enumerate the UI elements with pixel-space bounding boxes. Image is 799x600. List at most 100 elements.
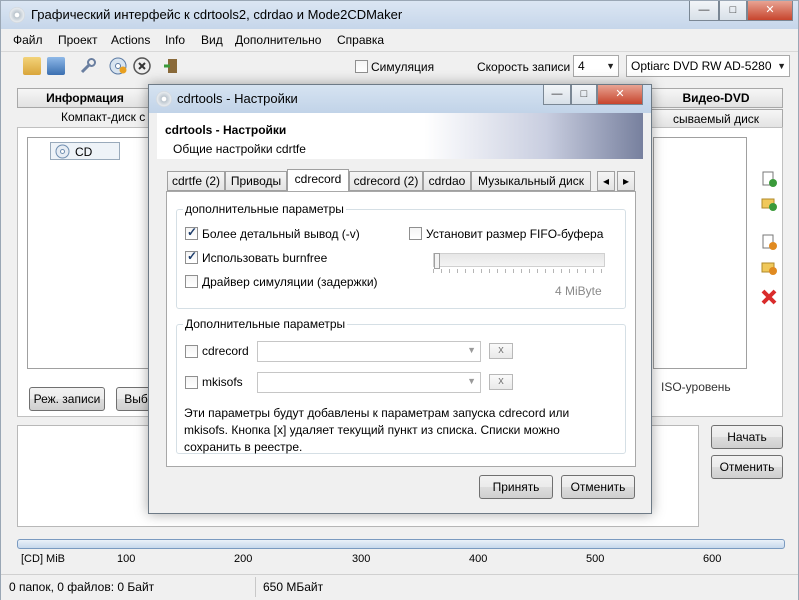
folder-properties-icon[interactable] [761, 259, 779, 277]
group-title: дополнительные параметры [183, 202, 346, 216]
file-properties-icon[interactable] [761, 234, 779, 252]
mkisofs-remove-button[interactable]: x [489, 374, 513, 390]
menu-actions[interactable]: Actions [111, 33, 150, 47]
dialog-header: cdrtools - Настройки Общие настройки cdr… [157, 113, 643, 159]
scale-tick: 300 [352, 553, 371, 565]
menu-view[interactable]: Вид [201, 33, 223, 47]
tree-root-item[interactable]: CD [50, 142, 120, 160]
tab-compact-disc[interactable]: Компакт-диск с [61, 110, 145, 124]
add-file-icon[interactable] [761, 171, 779, 189]
simulation-checkbox[interactable] [355, 60, 368, 73]
menu-file[interactable]: Файл [13, 33, 43, 47]
cd-app-icon [9, 7, 25, 23]
cdrecord-params-select[interactable]: ▼ [257, 341, 481, 362]
scale-tick: 100 [117, 553, 136, 565]
dialog-heading: cdrtools - Настройки [165, 123, 287, 137]
tab-page: дополнительные параметры Более детальный… [166, 191, 636, 467]
cancel-button[interactable]: Отменить [711, 455, 783, 479]
exit-icon[interactable] [163, 57, 181, 75]
menu-extra[interactable]: Дополнительно [235, 33, 321, 47]
chevron-down-icon: ▼ [606, 61, 615, 71]
cdrecord-params-checkbox[interactable] [185, 345, 198, 358]
drive-value: Optiarc DVD RW AD-5280 [631, 59, 772, 73]
drive-select[interactable]: Optiarc DVD RW AD-5280 ▼ [626, 55, 790, 77]
settings-dialog: cdrtools - Настройки — □ ✕ cdrtools - На… [148, 84, 652, 514]
chevron-down-icon: ▼ [467, 345, 476, 355]
tree-root-label: CD [75, 145, 93, 159]
verbose-checkbox[interactable] [185, 225, 198, 240]
cd-icon [55, 144, 70, 159]
slider-handle[interactable] [434, 253, 440, 269]
speed-value: 4 [578, 59, 585, 73]
sim-driver-label: Драйвер симуляции (задержки) [202, 275, 378, 289]
advanced-options-group: дополнительные параметры Более детальный… [176, 202, 626, 309]
fifo-slider[interactable] [433, 253, 605, 269]
status-bar: 0 папок, 0 файлов: 0 Байт 650 МБайт [1, 574, 798, 600]
menu-project[interactable]: Проект [58, 33, 98, 47]
dialog-cancel-button[interactable]: Отменить [561, 475, 635, 499]
chevron-down-icon: ▼ [467, 376, 476, 386]
verbose-label: Более детальный вывод (-v) [202, 227, 360, 241]
mkisofs-params-label: mkisofs [202, 375, 243, 389]
toolbar: Симуляция Скорость записи 4 ▼ Optiarc DVD… [1, 51, 798, 81]
burn-disc-icon[interactable] [109, 57, 127, 75]
tab-audio-disc[interactable]: Музыкальный диск [471, 171, 591, 191]
title-bar: Графический интерфейс к cdrtools2, cdrda… [1, 1, 798, 29]
speed-select[interactable]: 4 ▼ [573, 55, 619, 77]
tab-scroll-left[interactable]: ◂ [597, 171, 615, 191]
tab-cdrdao[interactable]: cdrdao [423, 171, 471, 191]
tab-cdrecord-2[interactable]: cdrecord (2) [349, 171, 423, 191]
sim-driver-checkbox[interactable] [185, 275, 198, 288]
tab-drives[interactable]: Приводы [225, 171, 287, 191]
fifo-checkbox[interactable] [409, 227, 422, 240]
dialog-close-button[interactable]: ✕ [597, 85, 643, 105]
start-button[interactable]: Начать [711, 425, 783, 449]
cdrecord-params-label: cdrecord [202, 344, 249, 358]
fifo-label: Установит размер FIFO-буфера [426, 227, 604, 241]
cd-app-icon [156, 91, 172, 107]
simulation-label: Симуляция [371, 60, 435, 74]
maximize-button[interactable]: □ [719, 1, 747, 21]
fifo-value: 4 MiByte [555, 284, 602, 298]
tab-scroll-right[interactable]: ▸ [617, 171, 635, 191]
status-free: 650 МБайт [263, 580, 324, 594]
tab-cdrtfe-2[interactable]: cdrtfe (2) [167, 171, 225, 191]
dialog-maximize-button[interactable]: □ [571, 85, 597, 105]
cdrecord-remove-button[interactable]: x [489, 343, 513, 359]
settings-wrench-icon[interactable] [79, 57, 97, 75]
menu-bar: Файл Проект Actions Info Вид Дополнитель… [1, 29, 798, 51]
chevron-down-icon: ▼ [777, 61, 786, 71]
delete-icon[interactable] [761, 289, 779, 307]
write-mode-button[interactable]: Реж. записи [29, 387, 105, 411]
dialog-title-bar: cdrtools - Настройки — □ ✕ [149, 85, 651, 113]
status-files: 0 папок, 0 файлов: 0 Байт [9, 580, 155, 594]
chevron-left-icon: ◂ [602, 174, 610, 188]
tab-info[interactable]: Информация [17, 88, 153, 108]
open-project-icon[interactable] [23, 57, 41, 75]
iso-level-label: ISO-уровень [661, 380, 731, 394]
file-list[interactable] [653, 137, 747, 369]
tab-cdrecord[interactable]: cdrecord [287, 169, 349, 192]
tab-video-dvd[interactable]: Видео-DVD [649, 88, 783, 108]
menu-info[interactable]: Info [165, 33, 185, 47]
params-note: Эти параметры будут добавлены к параметр… [184, 406, 570, 454]
scale-tick: 400 [469, 553, 488, 565]
close-button[interactable]: ✕ [747, 1, 793, 21]
folder-tree[interactable]: CD [27, 137, 151, 369]
abort-icon[interactable] [133, 57, 151, 75]
group-title: Дополнительные параметры [183, 317, 348, 331]
minimize-button[interactable]: — [689, 1, 719, 21]
add-folder-icon[interactable] [761, 195, 779, 213]
burnfree-label: Использовать burnfree [202, 251, 328, 265]
scale-tick: 200 [234, 553, 253, 565]
save-project-icon[interactable] [47, 57, 65, 75]
ok-button[interactable]: Принять [479, 475, 553, 499]
tab-rewritable[interactable]: сываемый диск [649, 109, 783, 129]
dialog-minimize-button[interactable]: — [543, 85, 571, 105]
mkisofs-params-select[interactable]: ▼ [257, 372, 481, 393]
mkisofs-params-checkbox[interactable] [185, 376, 198, 389]
menu-help[interactable]: Справка [337, 33, 384, 47]
dialog-title: cdrtools - Настройки [177, 91, 298, 106]
burnfree-checkbox[interactable] [185, 249, 198, 264]
extra-params-group: Дополнительные параметры cdrecord ▼ x mk… [176, 317, 626, 454]
